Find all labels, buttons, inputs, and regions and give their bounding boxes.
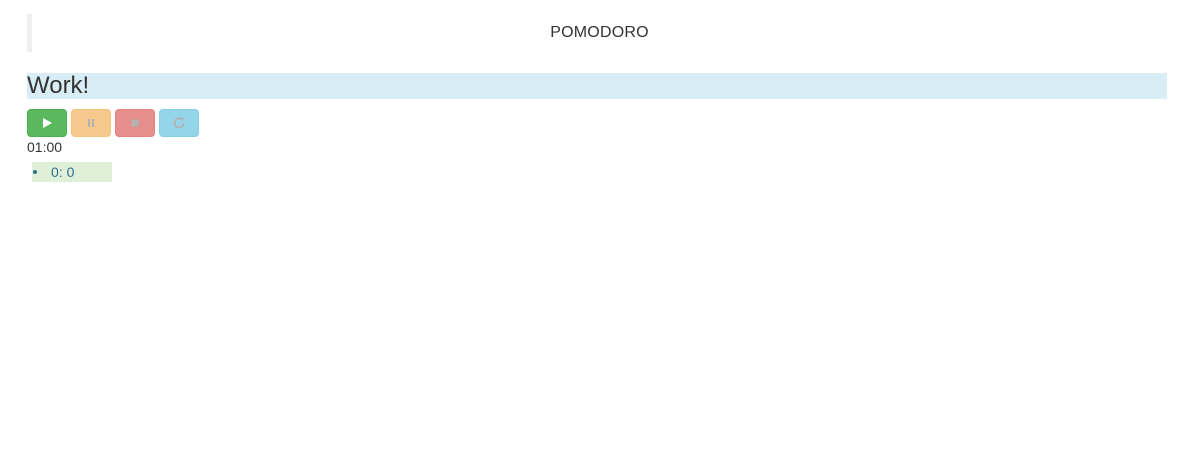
bullet-icon [33, 170, 37, 174]
list-item: 0: 0 [32, 162, 112, 182]
stop-button[interactable] [115, 109, 155, 137]
play-button[interactable] [27, 109, 67, 137]
reset-button[interactable] [159, 109, 199, 137]
mode-banner: Work! [27, 73, 1167, 99]
header-blockquote: POMODORO [27, 14, 1167, 52]
timer-display: 01:00 [27, 139, 63, 155]
play-icon [43, 118, 52, 128]
pause-button[interactable] [71, 109, 111, 137]
stop-icon [131, 119, 139, 127]
timer-controls [27, 109, 199, 137]
pause-icon [88, 119, 94, 127]
pomodoro-app: POMODORO Work! 01:00 0: 0 [0, 0, 1185, 451]
refresh-icon [173, 117, 185, 129]
session-label: 0: 0 [51, 164, 75, 180]
mode-label: Work! [27, 72, 90, 99]
page-title: POMODORO [550, 24, 649, 41]
session-list: 0: 0 [32, 162, 112, 182]
